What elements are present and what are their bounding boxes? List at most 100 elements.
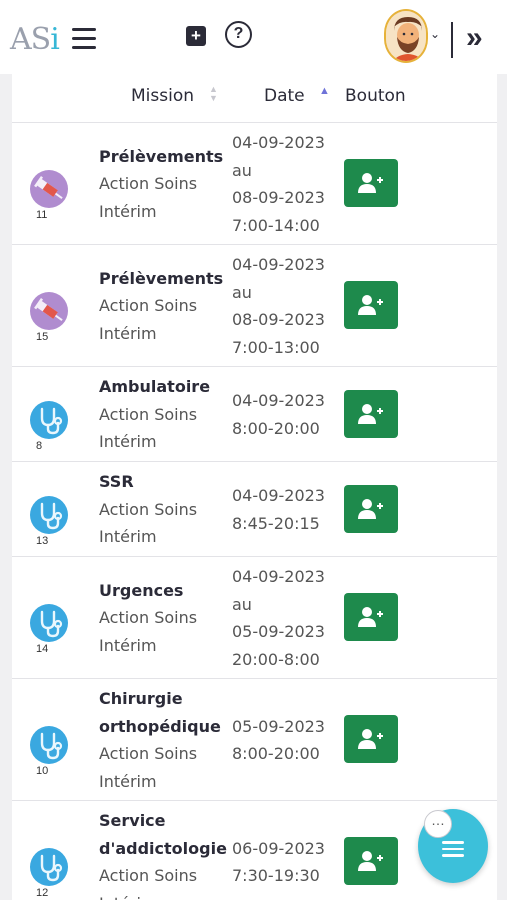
date-line: 20:00-8:00 (232, 649, 320, 669)
column-header-bouton: Bouton (345, 86, 406, 106)
date-line: au (232, 160, 252, 180)
more-icon[interactable]: … (424, 810, 452, 838)
mission-dates: 06-09-2023 7:30-19:30 (232, 835, 325, 890)
add-candidate-button[interactable] (344, 484, 398, 533)
add-candidate-button[interactable] (344, 159, 398, 207)
mission-dates: 05-09-2023 8:00-20:00 (232, 713, 325, 768)
menu-icon (442, 841, 464, 861)
mission-title: SSR (99, 472, 134, 492)
mission-company: Action Soins (99, 866, 198, 885)
add-candidate-button[interactable] (344, 281, 398, 329)
mission-type: Intérim (99, 432, 157, 452)
stethoscope-icon (30, 400, 68, 439)
mission-number: 11 (36, 209, 48, 221)
mission-title: Prélèvements (99, 268, 224, 288)
date-line: 08-09-2023 (232, 310, 325, 329)
chevron-down-icon: ⌄ (430, 27, 441, 41)
date-line: 06-09-2023 (232, 838, 325, 858)
date-line: 7:30-19:30 (232, 866, 320, 885)
mission-company: Action Soins (99, 174, 198, 194)
mission-info: SSR Action Soins Intérim (99, 468, 197, 551)
avatar (384, 9, 428, 63)
add-candidate-button[interactable] (344, 715, 398, 763)
mission-type: Intérim (99, 527, 157, 547)
table-row: 13 SSR Action Soins Intérim 04-09-2023 8:45-2… (12, 462, 497, 557)
add-candidate-button[interactable] (344, 593, 398, 641)
mission-title: Ambulatoire (99, 377, 211, 397)
stethoscope-icon (30, 848, 68, 886)
mission-info: Urgences Action Soins Intérim (99, 577, 197, 660)
stethoscope-icon (30, 495, 68, 534)
mission-number: 8 (36, 439, 43, 452)
divider (451, 22, 453, 58)
help-icon[interactable]: ? (225, 21, 252, 48)
mission-title: Chirurgie (99, 689, 183, 708)
mission-type: Intérim (99, 323, 157, 343)
mission-dates: 04-09-2023 8:00-20:00 (232, 387, 325, 442)
table-header: Mission ▲ ▼ Date ▲ Bouton (12, 74, 497, 123)
date-line: 7:00-14:00 (232, 215, 320, 235)
collapse-sidebar-icon[interactable]: » (466, 23, 483, 53)
add-candidate-button[interactable] (344, 837, 398, 885)
top-bar: ASi + ? ⌄ » (0, 0, 507, 74)
mission-info: Chirurgie orthopédique Action Soins Intérim (99, 685, 221, 795)
mission-company: Action Soins (99, 744, 198, 763)
mission-type: Intérim (99, 201, 157, 221)
mission-dates: 04-09-2023 au 05-09-2023 20:00-8:00 (232, 563, 325, 673)
user-menu[interactable]: ⌄ (384, 9, 444, 65)
mission-number: 12 (36, 887, 49, 899)
mission-type: Intérim (99, 890, 227, 900)
sort-ascending-icon[interactable]: ▲ (319, 85, 330, 97)
mission-type: Intérim (99, 771, 157, 791)
date-line: 05-09-2023 (232, 622, 325, 641)
mission-title: orthopédique (99, 716, 221, 736)
hamburger-menu-icon[interactable] (72, 28, 96, 49)
mission-type: Intérim (99, 635, 157, 655)
add-candidate-button[interactable] (344, 389, 398, 438)
date-line: au (232, 282, 252, 302)
stethoscope-icon (30, 604, 68, 642)
mission-title: d'addictologie (99, 838, 227, 858)
missions-table: Mission ▲ ▼ Date ▲ Bouton 11 Prélèvements A… (12, 74, 497, 900)
mission-title: Urgences (99, 580, 184, 600)
date-line: 08-09-2023 (232, 188, 325, 207)
date-line: 05-09-2023 (232, 716, 325, 736)
mission-title: Service (99, 811, 166, 830)
mission-dates: 04-09-2023 8:45-20:15 (232, 482, 325, 537)
date-line: 8:00-20:00 (232, 418, 320, 438)
mission-dates: 04-09-2023 au 08-09-2023 7:00-13:00 (232, 251, 325, 361)
date-line: 04-09-2023 (232, 133, 325, 152)
mission-info: Prélèvements Action Soins Intérim (99, 265, 223, 348)
mission-info: Ambulatoire Action Soins Intérim (99, 373, 210, 456)
table-body: 11 Prélèvements Action Soins Intérim 04-09-2… (12, 123, 497, 900)
mission-company: Action Soins (99, 608, 198, 628)
mission-info: Service d'addictologie Action Soins Intérim (99, 807, 227, 900)
date-line: 04-09-2023 (232, 391, 325, 410)
column-header-date[interactable]: Date (264, 86, 305, 106)
mission-number: 14 (36, 643, 49, 655)
column-header-mission[interactable]: Mission (131, 86, 194, 106)
mission-title: Prélèvements (99, 146, 224, 166)
mission-number: 15 (36, 331, 49, 343)
app-logo[interactable]: ASi (10, 22, 60, 57)
date-line: 8:00-20:00 (232, 744, 320, 763)
date-line: 04-09-2023 (232, 255, 325, 274)
table-row: 14 Urgences Action Soins Intérim 04-09-2023 a… (12, 557, 497, 679)
mission-number: 13 (36, 534, 49, 547)
table-row: 10 Chirurgie orthopédique Action Soins Intér… (12, 679, 497, 801)
date-line: au (232, 594, 252, 614)
logo-accent: i (50, 22, 60, 57)
table-row: 8 Ambulatoire Action Soins Intérim 04-09-202… (12, 367, 497, 462)
mission-company: Action Soins (99, 296, 198, 316)
table-row: 11 Prélèvements Action Soins Intérim 04-09-2… (12, 123, 497, 245)
mission-dates: 04-09-2023 au 08-09-2023 7:00-14:00 (232, 129, 325, 239)
date-line: 04-09-2023 (232, 567, 325, 586)
syringe-icon (30, 292, 68, 330)
syringe-icon (30, 170, 68, 208)
mission-company: Action Soins (99, 404, 198, 424)
sort-icon[interactable]: ▲ ▼ (209, 85, 221, 103)
table-row: 15 Prélèvements Action Soins Intérim 04-09-2… (12, 245, 497, 367)
date-line: 8:45-20:15 (232, 513, 320, 533)
mission-info: Prélèvements Action Soins Intérim (99, 143, 223, 226)
add-icon[interactable]: + (186, 26, 206, 46)
